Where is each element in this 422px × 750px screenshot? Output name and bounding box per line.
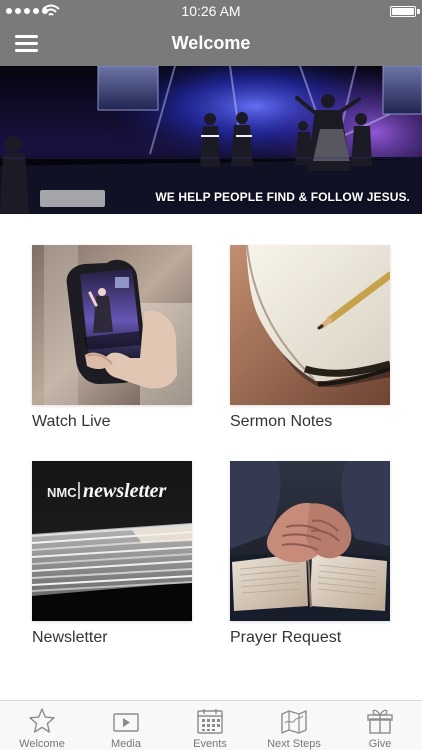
- hero-banner: WE HELP PEOPLE FIND & FOLLOW JESUS.: [0, 66, 422, 214]
- prayer-request-tile[interactable]: Prayer Request: [230, 461, 402, 657]
- tab-give[interactable]: Give: [338, 701, 422, 750]
- tab-label-events: Events: [193, 738, 227, 750]
- bottom-tab-bar: Welcome Media Events Next Steps Give: [0, 700, 422, 750]
- tile-label-watch-live: Watch Live: [32, 413, 111, 430]
- tab-label-next-steps: Next Steps: [267, 738, 321, 750]
- watch-live-tile[interactable]: Watch Live: [32, 245, 204, 441]
- sermon-notes-image: [230, 245, 390, 405]
- gift-icon: [367, 709, 393, 734]
- battery-icon: [390, 6, 416, 17]
- newsletter-tile[interactable]: NMC newsletter Newsletter: [32, 461, 204, 657]
- calendar-icon: [197, 709, 223, 734]
- page-title: Welcome: [171, 33, 251, 53]
- prayer-request-image: [230, 461, 390, 621]
- navigation-bar: Welcome: [0, 22, 422, 66]
- tab-media[interactable]: Media: [84, 701, 168, 750]
- map-icon: [281, 710, 307, 734]
- app-screen: 10:26 AM Welcome WE HELP PEOPLE FIND & F…: [0, 0, 422, 750]
- battery-tip: [417, 9, 420, 14]
- tile-label-prayer-request: Prayer Request: [230, 629, 342, 646]
- tab-label-media: Media: [111, 738, 141, 750]
- status-bar: 10:26 AM: [0, 0, 422, 22]
- tile-label-newsletter: Newsletter: [32, 629, 108, 646]
- tab-label-welcome: Welcome: [19, 738, 65, 750]
- newsletter-image: NMC newsletter: [32, 461, 192, 621]
- tile-label-sermon-notes: Sermon Notes: [230, 413, 333, 430]
- banner-tagline: WE HELP PEOPLE FIND & FOLLOW JESUS.: [155, 190, 410, 204]
- status-time: 10:26 AM: [181, 3, 241, 19]
- tab-events[interactable]: Events: [168, 701, 252, 750]
- star-icon: [29, 708, 55, 733]
- newsletter-title-text: newsletter: [83, 480, 167, 502]
- video-icon: [113, 713, 139, 732]
- newsletter-logo-text: NMC: [47, 485, 77, 500]
- watch-live-image: [32, 245, 192, 405]
- tab-next-steps[interactable]: Next Steps: [252, 701, 336, 750]
- sermon-notes-tile[interactable]: Sermon Notes: [230, 245, 402, 441]
- tab-label-give: Give: [368, 738, 392, 750]
- tab-welcome[interactable]: Welcome: [0, 701, 84, 750]
